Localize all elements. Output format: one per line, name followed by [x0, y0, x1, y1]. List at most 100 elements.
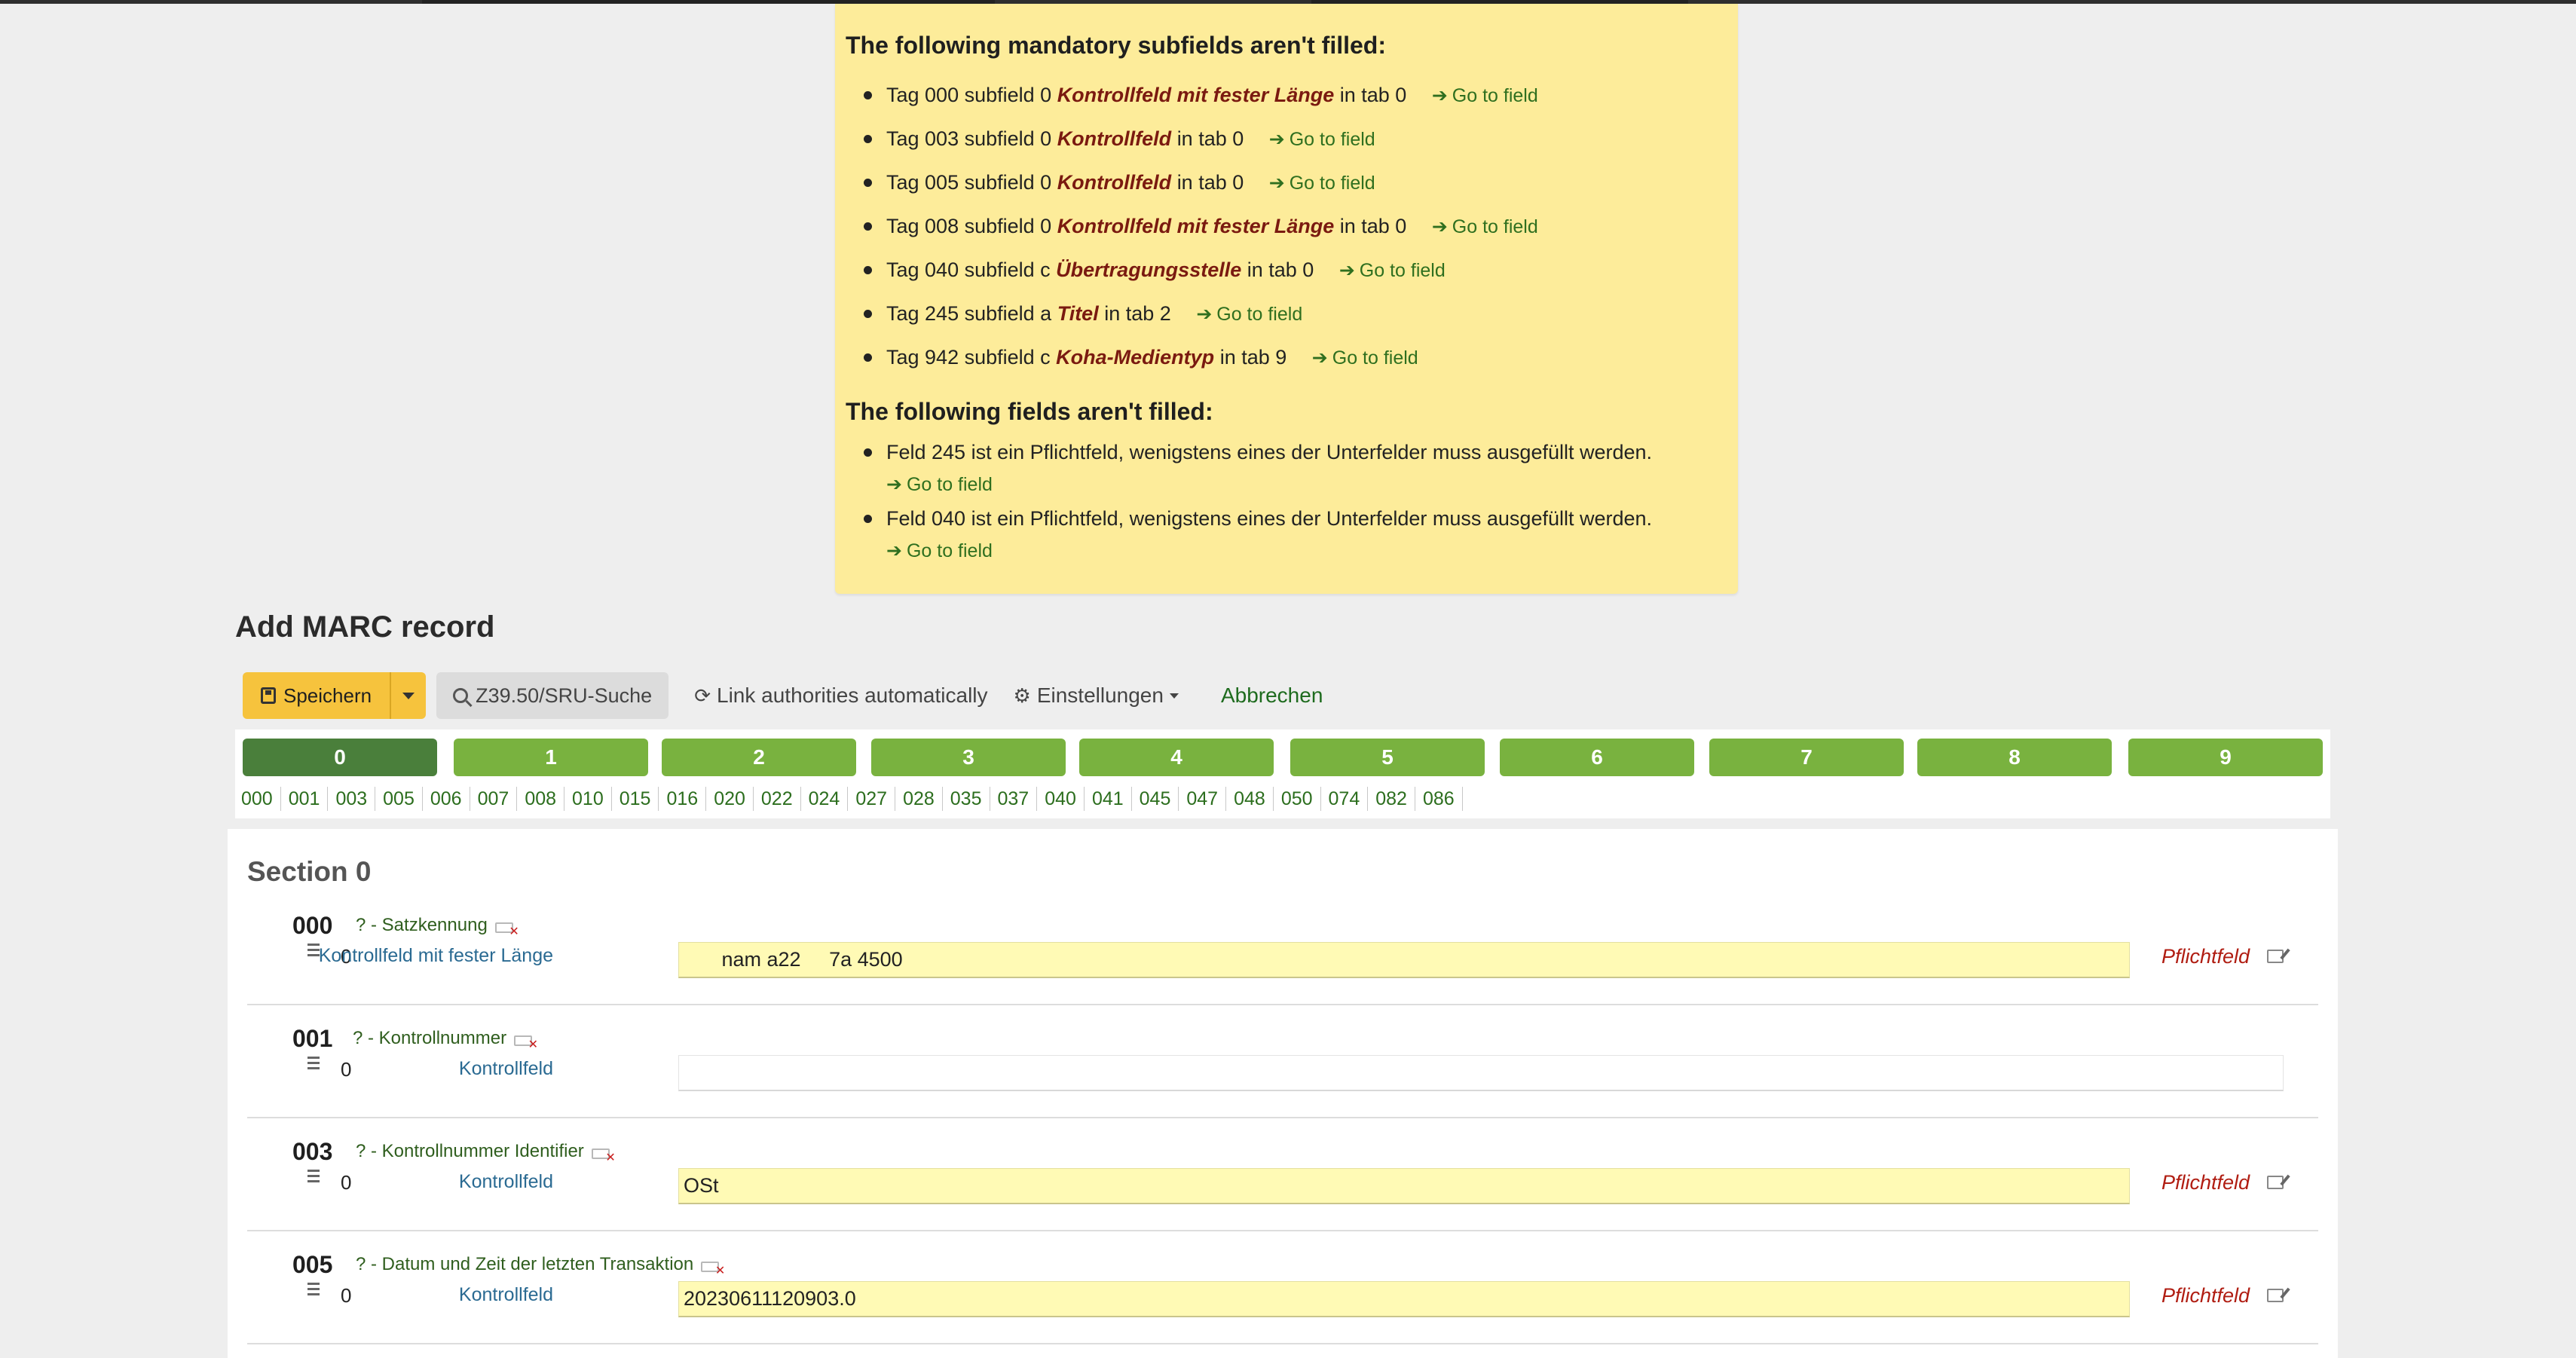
subfield-code: 0 — [341, 1284, 352, 1307]
refresh-icon: ⟳ — [694, 684, 711, 707]
edit-icon[interactable] — [2267, 1289, 2284, 1302]
subfields-heading: The following mandatory subfields aren't… — [846, 32, 1386, 59]
tag-link-074[interactable]: 074 — [1321, 787, 1369, 811]
tab-0[interactable]: 0 — [243, 739, 437, 776]
field-003-input[interactable] — [678, 1168, 2130, 1204]
tag-link-027[interactable]: 027 — [848, 787, 896, 811]
tab-3[interactable]: 3 — [871, 739, 1066, 776]
tag-link-020[interactable]: 020 — [706, 787, 754, 811]
arrow-right-icon: ➔ — [1268, 173, 1285, 194]
field-001-input[interactable] — [678, 1055, 2284, 1091]
tag-description: ? - Kontrollnummer Identifier — [356, 1141, 616, 1165]
tag-link-024[interactable]: 024 — [801, 787, 849, 811]
tag-link-022[interactable]: 022 — [754, 787, 801, 811]
go-to-field-link[interactable]: ➔ Go to field — [1339, 260, 1446, 281]
arrow-right-icon: ➔ — [886, 540, 902, 561]
tag-link-006[interactable]: 006 — [423, 787, 470, 811]
section-0: Section 0 000 ? - Satzkennung 0 Kontroll… — [228, 829, 2338, 1358]
delete-field-icon[interactable] — [701, 1262, 725, 1278]
delete-field-icon[interactable] — [591, 1148, 616, 1165]
go-to-field-link[interactable]: ➔ Go to field — [886, 468, 1727, 501]
gear-icon: ⚙ — [1013, 684, 1031, 707]
tag-link-045[interactable]: 045 — [1132, 787, 1179, 811]
delete-field-icon[interactable] — [494, 922, 519, 939]
tag-link-040[interactable]: 040 — [1037, 787, 1085, 811]
missing-field-item: Feld 040 ist ein Pflichtfeld, wenigstens… — [861, 503, 1727, 567]
field-005-input[interactable] — [678, 1281, 2130, 1317]
field-row-003: 003 ? - Kontrollnummer Identifier 0 Kont… — [247, 1138, 2318, 1231]
tab-6[interactable]: 6 — [1500, 739, 1694, 776]
missing-subfield-item: Tag 005 subfield 0 Kontrollfeld in tab 0… — [861, 165, 1727, 209]
tag-number: 000 — [292, 912, 333, 939]
tag-link-050[interactable]: 050 — [1274, 787, 1321, 811]
tag-link-028[interactable]: 028 — [895, 787, 943, 811]
cancel-link[interactable]: Abbrechen — [1221, 684, 1323, 708]
arrow-right-icon: ➔ — [886, 474, 902, 495]
go-to-field-link[interactable]: ➔ Go to field — [1312, 347, 1418, 369]
tab-9[interactable]: 9 — [2128, 739, 2323, 776]
go-to-field-link[interactable]: ➔ Go to field — [1432, 85, 1538, 106]
missing-subfield-item: Tag 040 subfield c Übertragungsstelle in… — [861, 252, 1727, 296]
tag-link-035[interactable]: 035 — [943, 787, 990, 811]
settings-dropdown[interactable]: ⚙ Einstellungen — [1014, 684, 1179, 708]
save-options-dropdown-toggle[interactable] — [390, 672, 427, 719]
tag-link-015[interactable]: 015 — [612, 787, 659, 811]
tag-number: 005 — [292, 1251, 333, 1278]
tag-number: 003 — [292, 1138, 333, 1165]
tab-1[interactable]: 1 — [454, 739, 648, 776]
tag-link-082[interactable]: 082 — [1368, 787, 1415, 811]
tab-5[interactable]: 5 — [1290, 739, 1485, 776]
missing-subfield-item: Tag 003 subfield 0 Kontrollfeld in tab 0… — [861, 121, 1727, 165]
drag-handle-icon[interactable] — [307, 1170, 320, 1185]
tab-8[interactable]: 8 — [1917, 739, 2112, 776]
arrow-right-icon: ➔ — [1431, 85, 1448, 106]
edit-icon[interactable] — [2267, 950, 2284, 963]
subfield-code: 0 — [341, 1171, 352, 1194]
tag-link-005[interactable]: 005 — [375, 787, 423, 811]
go-to-field-link[interactable]: ➔ Go to field — [1269, 173, 1375, 194]
tag-link-010[interactable]: 010 — [564, 787, 612, 811]
tag-link-008[interactable]: 008 — [517, 787, 565, 811]
tag-link-001[interactable]: 001 — [281, 787, 329, 811]
tab-4[interactable]: 4 — [1079, 739, 1274, 776]
tag-link-016[interactable]: 016 — [659, 787, 707, 811]
arrow-right-icon: ➔ — [1431, 216, 1448, 237]
required-label: Pflichtfeld — [2161, 1284, 2250, 1307]
drag-handle-icon[interactable] — [307, 1283, 320, 1298]
subfield-label: Kontrollfeld mit fester Länge — [318, 945, 553, 966]
caret-down-icon — [1169, 693, 1179, 699]
tag-description: ? - Kontrollnummer — [353, 1028, 538, 1052]
tabs-panel: 0 1 2 3 4 5 6 7 8 9 000 001 003 005 006 … — [235, 729, 2330, 818]
tag-link-000[interactable]: 000 — [241, 787, 281, 811]
go-to-field-link[interactable]: ➔ Go to field — [1432, 216, 1538, 237]
tag-link-007[interactable]: 007 — [470, 787, 518, 811]
field-000-input[interactable] — [678, 942, 2130, 978]
link-authorities-button[interactable]: ⟳ Link authorities automatically — [694, 684, 987, 708]
subfield-code: 0 — [341, 1058, 352, 1081]
go-to-field-link[interactable]: ➔ Go to field — [1196, 304, 1302, 325]
page-title: Add MARC record — [235, 610, 495, 644]
drag-handle-icon[interactable] — [307, 1057, 320, 1072]
z3950-search-button[interactable]: Z39.50/SRU-Suche — [436, 672, 669, 719]
tab-7[interactable]: 7 — [1709, 739, 1904, 776]
missing-fields-list: Feld 245 ist ein Pflichtfeld, wenigstens… — [861, 436, 1727, 567]
tag-link-086[interactable]: 086 — [1415, 787, 1463, 811]
tag-link-037[interactable]: 037 — [990, 787, 1038, 811]
go-to-field-link[interactable]: ➔ Go to field — [886, 534, 1727, 567]
tag-link-003[interactable]: 003 — [328, 787, 376, 811]
toolbar: Speichern Z39.50/SRU-Suche ⟳ Link author… — [243, 672, 1323, 719]
delete-field-icon[interactable] — [514, 1035, 538, 1052]
save-button[interactable]: Speichern — [243, 672, 390, 719]
missing-field-item: Feld 245 ist ein Pflichtfeld, wenigstens… — [861, 436, 1727, 501]
arrow-right-icon: ➔ — [1196, 304, 1213, 325]
edit-icon[interactable] — [2267, 1176, 2284, 1189]
go-to-field-link[interactable]: ➔ Go to field — [1269, 129, 1375, 150]
tag-link-048[interactable]: 048 — [1226, 787, 1274, 811]
tag-link-041[interactable]: 041 — [1085, 787, 1132, 811]
drag-handle-icon[interactable] — [307, 944, 320, 959]
search-icon — [453, 688, 469, 703]
save-icon — [261, 687, 276, 704]
tab-2[interactable]: 2 — [662, 739, 856, 776]
missing-subfield-item: Tag 008 subfield 0 Kontrollfeld mit fest… — [861, 209, 1727, 252]
tag-link-047[interactable]: 047 — [1179, 787, 1227, 811]
